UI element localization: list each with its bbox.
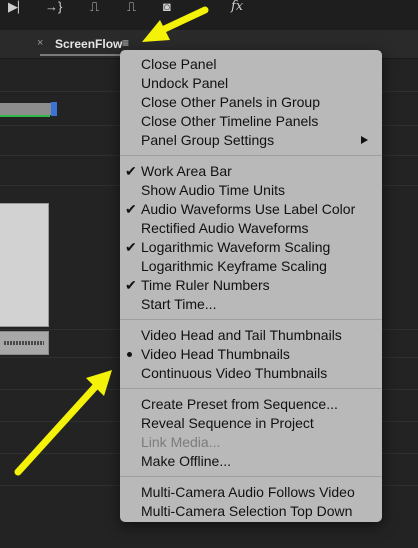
- arrow-bottom-annotation: [14, 370, 112, 476]
- annotation-arrows: [14, 6, 209, 476]
- arrow-top-annotation: [142, 6, 209, 42]
